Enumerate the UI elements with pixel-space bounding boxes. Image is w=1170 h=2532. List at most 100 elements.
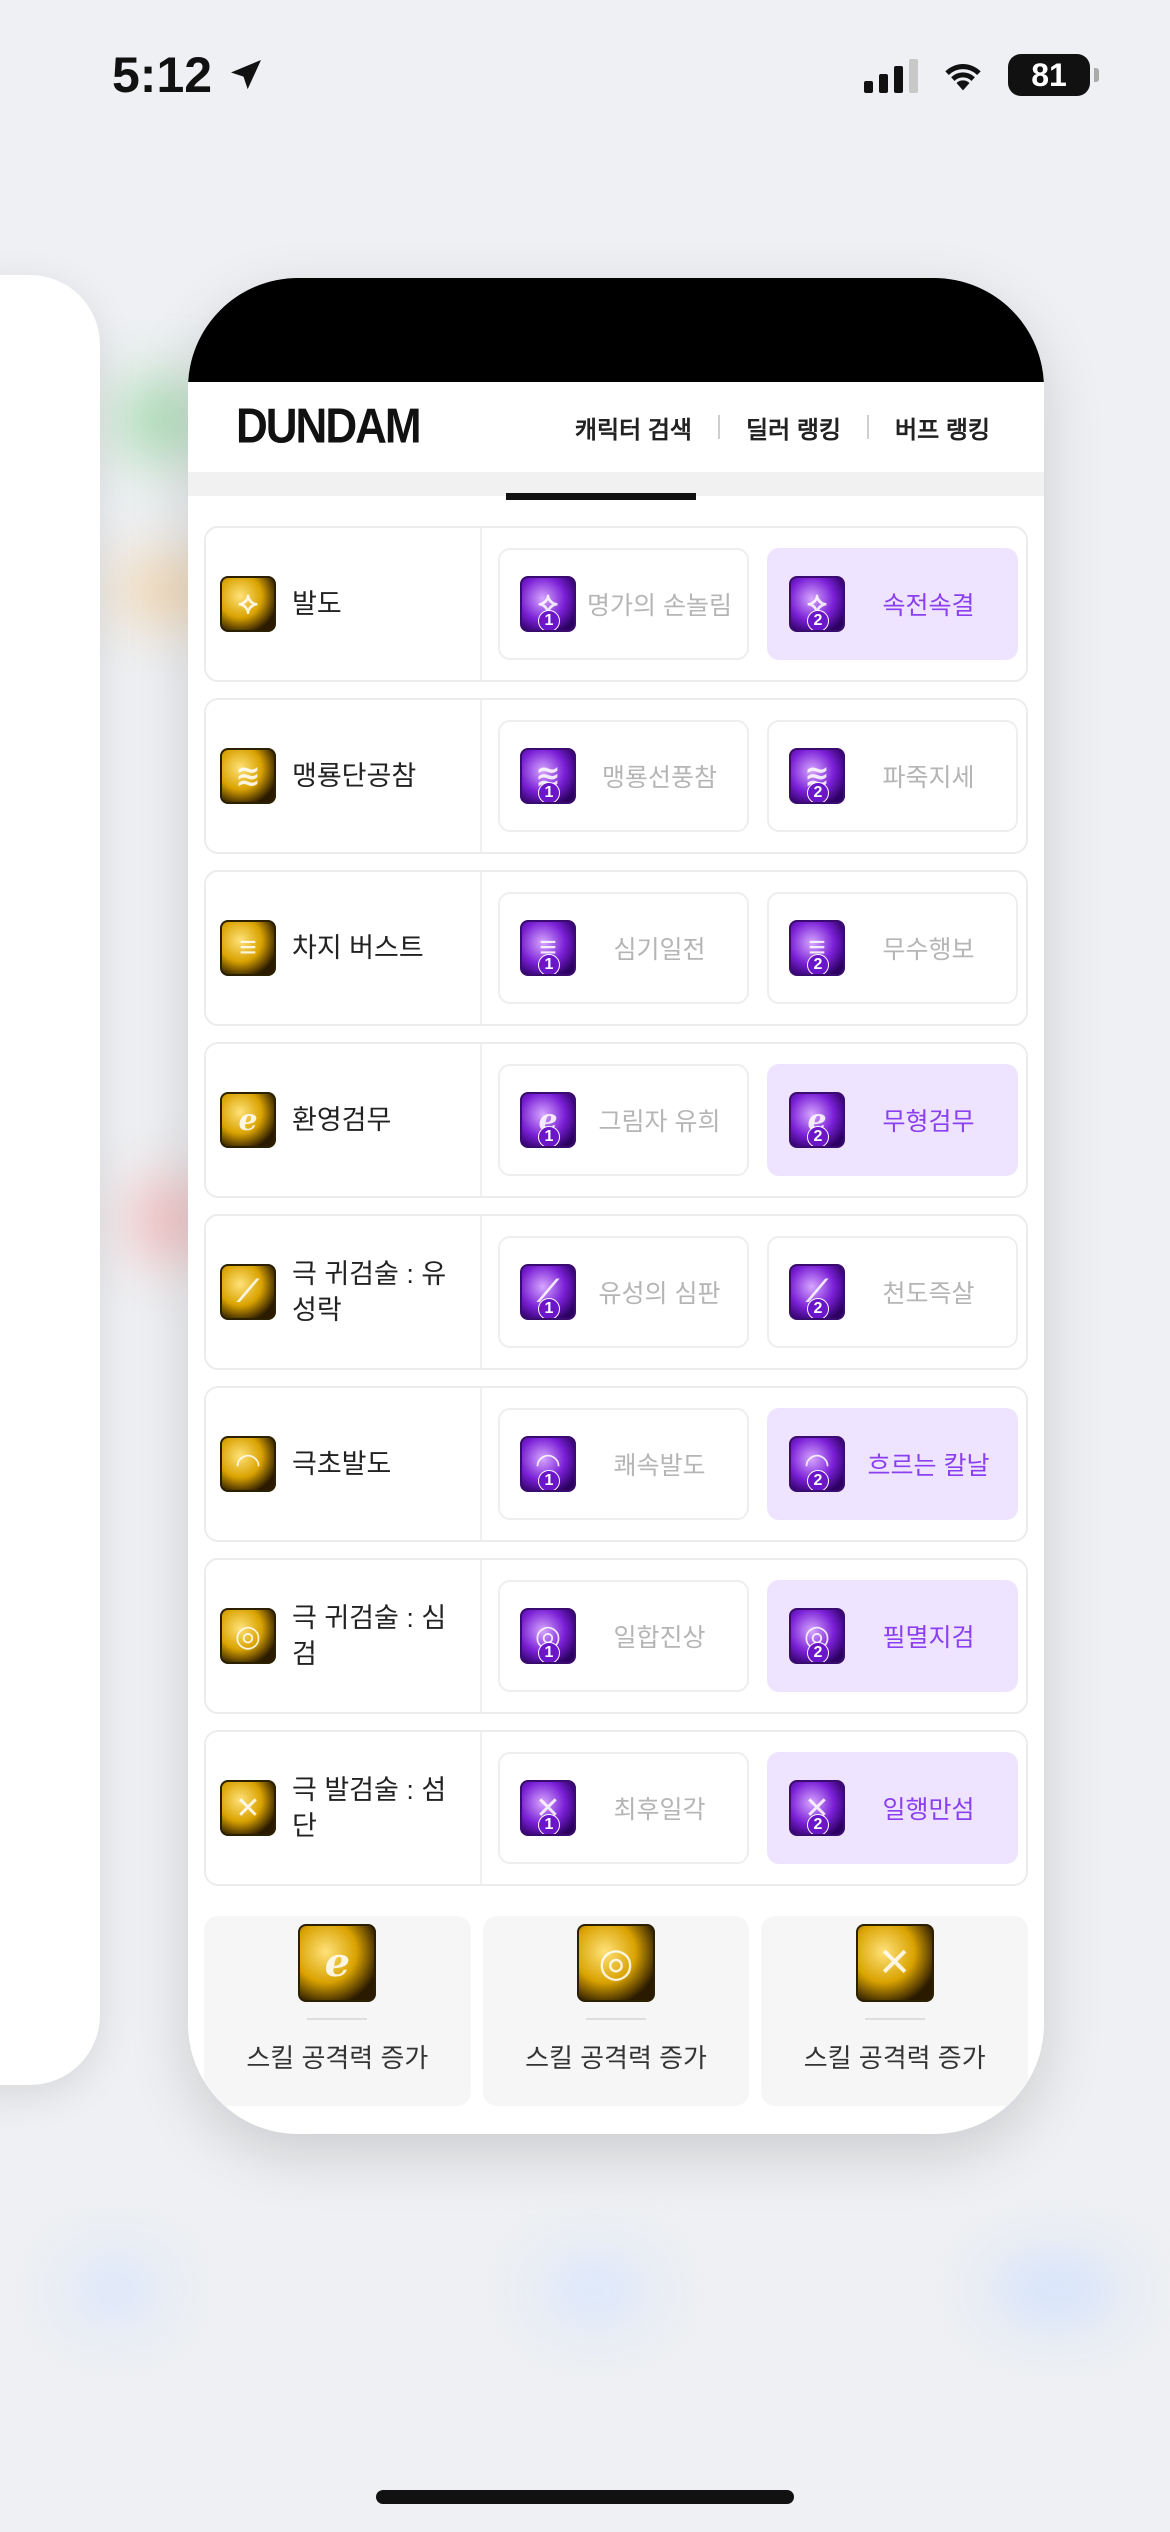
bonus-cell[interactable]: ◎ 스킬 공격력 증가 bbox=[482, 1916, 750, 2106]
option-icon: ⟡ 2 bbox=[789, 576, 845, 632]
skill-option[interactable]: ⟋ 2 천도즉살 bbox=[767, 1236, 1018, 1348]
skill-glyph: ⟋ bbox=[237, 1275, 259, 1308]
skill-main: ≋ 맹룡단공참 bbox=[220, 700, 482, 852]
option-name: 쾌속발도 bbox=[613, 1452, 706, 1480]
skill-name: 환영검무 bbox=[292, 1104, 392, 1135]
nav-buffer-ranking[interactable]: 버프 랭킹 bbox=[895, 410, 990, 445]
logo[interactable]: DUNDAM bbox=[236, 399, 422, 455]
option-icon: ℯ2 bbox=[789, 1092, 845, 1148]
skill-options: ℯ 1 그림자 유희 ℯ 2 무형검무 bbox=[482, 1064, 1018, 1176]
skill-option[interactable]: ℯ 1 그림자 유희 bbox=[498, 1064, 749, 1176]
skill-options: ◠ 1 쾌속발도 ◠ 2 흐르는 칼날 bbox=[482, 1408, 1018, 1520]
skill-main: ℯ 환영검무 bbox=[220, 1044, 482, 1196]
skill-options: ◎ 1 일합진상 ◎ 2 필멸지검 bbox=[482, 1580, 1018, 1692]
skill-glyph: ≋ bbox=[235, 759, 261, 793]
skill-option[interactable]: ✕ 1 최후일각 bbox=[498, 1752, 749, 1864]
skill-icon: ◠ bbox=[220, 1436, 276, 1492]
skill-option[interactable]: ≡ 2 무수행보 bbox=[767, 892, 1018, 1004]
bonus-glyph: ℯ bbox=[324, 1941, 351, 1985]
skill-option[interactable]: ≡ 1 심기일전 bbox=[498, 892, 749, 1004]
option-icon: ℯ1 bbox=[520, 1092, 576, 1148]
skill-option[interactable]: ≋ 1 맹룡선풍참 bbox=[498, 720, 749, 832]
skill-main: ⟡ 발도 bbox=[220, 528, 482, 680]
skill-option[interactable]: ◠ 1 쾌속발도 bbox=[498, 1408, 749, 1520]
skill-options: ✕ 1 최후일각 ✕ 2 일행만섬 bbox=[482, 1752, 1018, 1864]
battery-level: 81 bbox=[1031, 56, 1067, 93]
bonus-cell[interactable]: ✕ 스킬 공격력 증가 bbox=[761, 1916, 1029, 2106]
option-icon: ◠ 2 bbox=[789, 1436, 845, 1492]
skill-icon: ⟡ bbox=[220, 576, 276, 632]
option-icon: ◠ 1 bbox=[520, 1436, 576, 1492]
skill-option-selected[interactable]: ⟡ 2 속전속결 bbox=[767, 548, 1018, 660]
divider bbox=[864, 2018, 925, 2020]
skill-main: ◠ 극초발도 bbox=[220, 1388, 482, 1540]
skill-name: 극 귀검술 : 유성락 bbox=[292, 1258, 447, 1325]
skill-name: 극초발도 bbox=[292, 1448, 392, 1479]
app-card-top-bar bbox=[188, 278, 1044, 382]
option-badge: 2 bbox=[807, 1298, 829, 1318]
bonus-label: 스킬 공격력 증가 bbox=[803, 2043, 986, 2073]
skill-options: ⟡ 1 명가의 손놀림 ⟡ 2 속전속결 bbox=[482, 548, 1018, 660]
skill-option[interactable]: ⟡ 1 명가의 손놀림 bbox=[498, 548, 749, 660]
previous-app-card[interactable] bbox=[0, 275, 100, 2085]
option-name: 명가의 손놀림 bbox=[587, 592, 732, 620]
skill-options: ≋ 1 맹룡선풍참 ≋ 2 파죽지세 bbox=[482, 720, 1018, 832]
skill-glyph: ⟡ bbox=[238, 587, 258, 620]
skill-option[interactable]: ◎ 1 일합진상 bbox=[498, 1580, 749, 1692]
nav-character-search[interactable]: 캐릭터 검색 bbox=[575, 410, 692, 445]
skill-name: 맹룡단공참 bbox=[292, 760, 417, 791]
skill-main: ⟋ 극 귀검술 : 유성락 bbox=[220, 1216, 482, 1368]
skill-option[interactable]: ≋ 2 파죽지세 bbox=[767, 720, 1018, 832]
status-time: 5:12 bbox=[112, 46, 266, 104]
dundam-app-card[interactable]: DUNDAM 캐릭터 검색 딜러 랭킹 버프 랭킹 ⟡ 발도 ⟡ 1 명가의 손놀림 ⟡ 2… bbox=[188, 278, 1044, 2134]
option-icon: ◎ 1 bbox=[520, 1608, 576, 1664]
divider bbox=[307, 2018, 368, 2020]
option-badge: 1 bbox=[538, 610, 560, 630]
bonus-skill-icon: ◎ bbox=[577, 1924, 655, 2002]
skill-options: ≡ 1 심기일전 ≡ 2 무수행보 bbox=[482, 892, 1018, 1004]
nav-dealer-ranking[interactable]: 딜러 랭킹 bbox=[746, 410, 841, 445]
skill-glyph: ≡ bbox=[239, 931, 257, 964]
skill-option[interactable]: ⟋ 1 유성의 심판 bbox=[498, 1236, 749, 1348]
option-icon: ≋ 2 bbox=[789, 748, 845, 804]
skill-icon: ≡ bbox=[220, 920, 276, 976]
home-indicator[interactable] bbox=[376, 2490, 794, 2504]
bonus-skill-icon: ✕ bbox=[855, 1924, 934, 2002]
bonus-grid: ℯ 스킬 공격력 증가 ◎ 스킬 공격력 증가 ✕ 스킬 공격력 증가 bbox=[188, 1902, 1044, 2106]
option-name: 유성의 심판 bbox=[598, 1280, 721, 1308]
option-badge: 1 bbox=[538, 782, 560, 802]
option-name: 일행만섬 bbox=[882, 1796, 975, 1824]
skill-option-selected[interactable]: ◠ 2 흐르는 칼날 bbox=[767, 1408, 1018, 1520]
nav-divider bbox=[867, 415, 869, 439]
skill-option-selected[interactable]: ◎ 2 필멸지검 bbox=[767, 1580, 1018, 1692]
divider bbox=[586, 2018, 646, 2020]
skill-list: ⟡ 발도 ⟡ 1 명가의 손놀림 ⟡ 2 속전속결 ≋ 맹룡단공참 ≋ 1 맹룡선풍참 ≋ 2 파죽지세 ≡ 차지… bbox=[188, 496, 1044, 1886]
blurred-element bbox=[70, 2260, 160, 2320]
skill-name: 발도 bbox=[292, 588, 342, 619]
cellular-signal-icon bbox=[864, 57, 918, 93]
option-badge: 1 bbox=[538, 1814, 560, 1834]
skill-name: 차지 버스트 bbox=[292, 932, 424, 963]
skill-option-selected[interactable]: ✕ 2 일행만섬 bbox=[767, 1752, 1018, 1864]
nav-divider bbox=[718, 415, 720, 439]
option-badge: 2 bbox=[807, 1642, 829, 1662]
active-tab-indicator bbox=[506, 493, 696, 500]
blurred-element bbox=[990, 2260, 1120, 2320]
skill-row: ⟡ 발도 ⟡ 1 명가의 손놀림 ⟡ 2 속전속결 bbox=[204, 526, 1028, 682]
option-badge: 2 bbox=[807, 610, 829, 630]
skill-name: 극 발검술 : 섬단 bbox=[292, 1774, 447, 1841]
bonus-label: 스킬 공격력 증가 bbox=[525, 2043, 707, 2073]
bonus-cell[interactable]: ℯ 스킬 공격력 증가 bbox=[204, 1916, 471, 2106]
option-badge: 2 bbox=[807, 782, 829, 802]
option-name: 필멸지검 bbox=[882, 1624, 975, 1652]
location-arrow-icon bbox=[231, 60, 262, 90]
battery-indicator: 81 bbox=[1008, 54, 1099, 96]
option-badge: 1 bbox=[538, 1126, 560, 1146]
skill-row: ⟋ 극 귀검술 : 유성락 ⟋ 1 유성의 심판 ⟋ 2 천도즉살 bbox=[204, 1214, 1028, 1370]
skill-row: ≡ 차지 버스트 ≡ 1 심기일전 ≡ 2 무수행보 bbox=[204, 870, 1028, 1026]
option-name: 무수행보 bbox=[882, 936, 975, 964]
skill-icon: ✕ bbox=[220, 1780, 276, 1836]
skill-option-selected[interactable]: ℯ 2 무형검무 bbox=[767, 1064, 1018, 1176]
option-icon: ≋ 1 bbox=[520, 748, 576, 804]
option-badge: 2 bbox=[807, 1470, 829, 1490]
